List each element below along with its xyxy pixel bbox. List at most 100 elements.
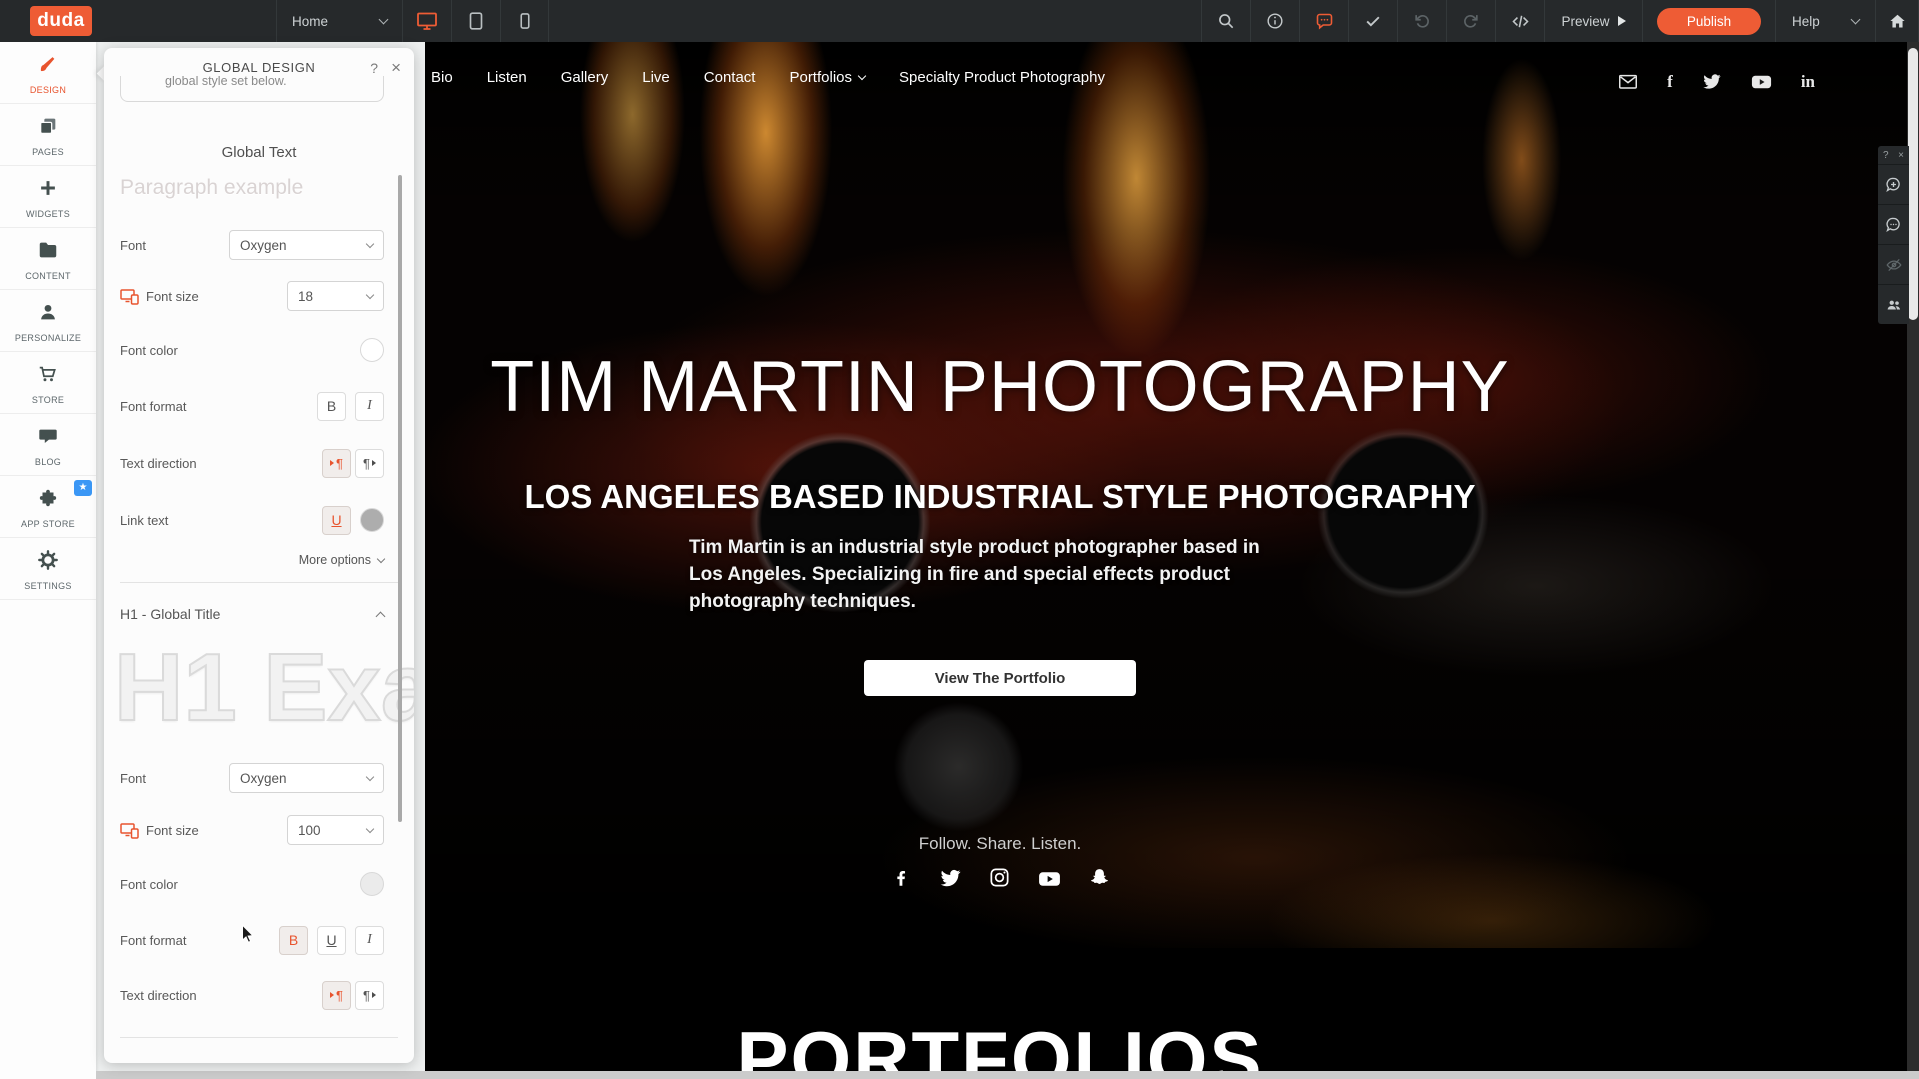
editor-sidebar: DESIGN PAGES WIDGETS CONTENT PERSONALIZE… (0, 42, 96, 1079)
h1-font-color-swatch[interactable] (360, 872, 384, 896)
undo-button[interactable] (1397, 0, 1446, 42)
youtube-icon[interactable] (1037, 866, 1062, 896)
tablet-view-button[interactable] (451, 0, 500, 42)
info-icon (1265, 11, 1285, 31)
h1-rtl-direction-button[interactable]: ¶ (355, 981, 384, 1010)
page-selector[interactable]: Home (276, 0, 402, 42)
h1-ltr-direction-button[interactable]: ¶ (322, 981, 351, 1010)
save-check-button[interactable] (1348, 0, 1397, 42)
help-menu[interactable]: Help (1775, 0, 1875, 42)
rtl-arrow-icon (372, 992, 376, 998)
info-button[interactable] (1250, 0, 1299, 42)
panel-scrollbar-thumb[interactable] (398, 175, 402, 822)
sidebar-item-store[interactable]: STORE (0, 352, 96, 414)
linkedin-icon[interactable]: in (1801, 72, 1815, 92)
sidebar-item-pages[interactable]: PAGES (0, 104, 96, 166)
site-preview: Bio Listen Gallery Live Contact Portfoli… (425, 42, 1907, 1072)
collaborators-button[interactable] (1878, 284, 1909, 324)
preview-button[interactable]: Preview (1544, 0, 1642, 42)
hero-social-caption: Follow. Share. Listen. (425, 834, 1575, 854)
dashboard-home-button[interactable] (1875, 0, 1919, 42)
twitter-icon[interactable] (938, 866, 962, 896)
h1-italic-button[interactable]: I (355, 926, 384, 955)
sidebar-item-content[interactable]: CONTENT (0, 228, 96, 290)
view-portfolio-button[interactable]: View The Portfolio (864, 660, 1136, 696)
sidebar-item-label: PERSONALIZE (0, 333, 96, 343)
horizontal-scrollbar[interactable] (96, 1071, 1919, 1079)
youtube-link[interactable] (1750, 70, 1773, 93)
desktop-view-button[interactable] (402, 0, 451, 42)
search-button[interactable] (1201, 0, 1250, 42)
undo-icon (1412, 11, 1432, 31)
font-size-dropdown[interactable]: 18 (287, 281, 384, 311)
font-dropdown[interactable]: Oxygen (229, 230, 384, 260)
h1-font-dropdown[interactable]: Oxygen (229, 763, 384, 793)
preview-label: Preview (1561, 14, 1609, 29)
font-size-label: Font size (146, 823, 199, 838)
panel-help-button[interactable]: ? (370, 60, 378, 76)
code-icon (1510, 11, 1531, 32)
h1-font-size-dropdown[interactable]: 100 (287, 815, 384, 845)
toolbar-help-button[interactable]: ? (1883, 150, 1889, 161)
sidebar-item-settings[interactable]: SETTINGS (0, 538, 96, 600)
hide-icon (1885, 256, 1903, 274)
vertical-scrollbar-thumb[interactable] (1908, 48, 1918, 320)
twitter-link[interactable] (1701, 71, 1722, 92)
sidebar-item-label: BLOG (0, 457, 96, 467)
add-comment-button[interactable] (1878, 164, 1909, 204)
toolbar-close-icon[interactable]: × (1898, 150, 1904, 161)
rtl-direction-button[interactable]: ¶ (355, 449, 384, 478)
h1-bold-button[interactable]: B (279, 926, 308, 955)
feedback-button[interactable] (1299, 0, 1348, 42)
dev-mode-button[interactable] (1495, 0, 1544, 42)
link-underline-button[interactable]: U (322, 506, 351, 535)
global-design-panel: global style set below. GLOBAL DESIGN ? … (104, 48, 414, 1063)
email-link[interactable] (1617, 71, 1639, 93)
tablet-icon (465, 10, 487, 32)
sidebar-item-widgets[interactable]: WIDGETS (0, 166, 96, 228)
sidebar-item-label: DESIGN (0, 85, 96, 95)
chevron-down-icon (366, 772, 374, 780)
person-icon (37, 301, 59, 323)
sidebar-item-design[interactable]: DESIGN (0, 42, 96, 104)
publish-button[interactable]: Publish (1657, 8, 1761, 35)
hero-subtitle: LOS ANGELES BASED INDUSTRIAL STYLE PHOTO… (425, 478, 1575, 516)
h1-section-header[interactable]: H1 - Global Title (120, 606, 384, 622)
font-color-label: Font color (120, 343, 178, 358)
instagram-icon[interactable] (988, 866, 1011, 896)
font-row: Font Oxygen (120, 230, 384, 260)
bold-button[interactable]: B (317, 392, 346, 421)
sidebar-item-personalize[interactable]: PERSONALIZE (0, 290, 96, 352)
redo-button[interactable] (1446, 0, 1495, 42)
italic-button[interactable]: I (355, 392, 384, 421)
sidebar-item-label: SETTINGS (0, 581, 96, 591)
ltr-arrow-icon (330, 460, 334, 466)
sidebar-item-label: STORE (0, 395, 96, 405)
panel-close-button[interactable]: × (391, 58, 401, 78)
collapse-icon[interactable] (376, 611, 386, 621)
sidebar-item-app-store[interactable]: ★ APP STORE (0, 476, 96, 538)
hide-comments-button[interactable] (1878, 244, 1909, 284)
duda-logo[interactable]: duda (30, 6, 92, 36)
email-icon (1617, 71, 1639, 93)
comments-button[interactable] (1878, 204, 1909, 244)
paragraph-preview: Paragraph example (120, 176, 303, 200)
twitter-icon (1701, 71, 1722, 92)
mobile-icon (515, 11, 535, 31)
font-label: Font (120, 771, 146, 786)
portfolios-heading: PORTFOLIOS (425, 1014, 1575, 1072)
sidebar-item-blog[interactable]: BLOG (0, 414, 96, 476)
snapchat-icon[interactable] (1088, 866, 1111, 896)
h1-underline-button[interactable]: U (317, 926, 346, 955)
ltr-direction-button[interactable]: ¶ (322, 449, 351, 478)
mobile-view-button[interactable] (500, 0, 549, 42)
facebook-icon[interactable] (890, 866, 912, 896)
sidebar-item-label: WIDGETS (0, 209, 96, 219)
link-color-swatch[interactable] (360, 508, 384, 532)
chevron-down-icon (366, 824, 374, 832)
font-color-swatch[interactable] (360, 338, 384, 362)
more-options-link[interactable]: More options (299, 553, 384, 567)
redo-icon (1461, 11, 1481, 31)
facebook-icon[interactable]: f (1667, 72, 1673, 92)
panel-title: GLOBAL DESIGN (104, 48, 414, 88)
